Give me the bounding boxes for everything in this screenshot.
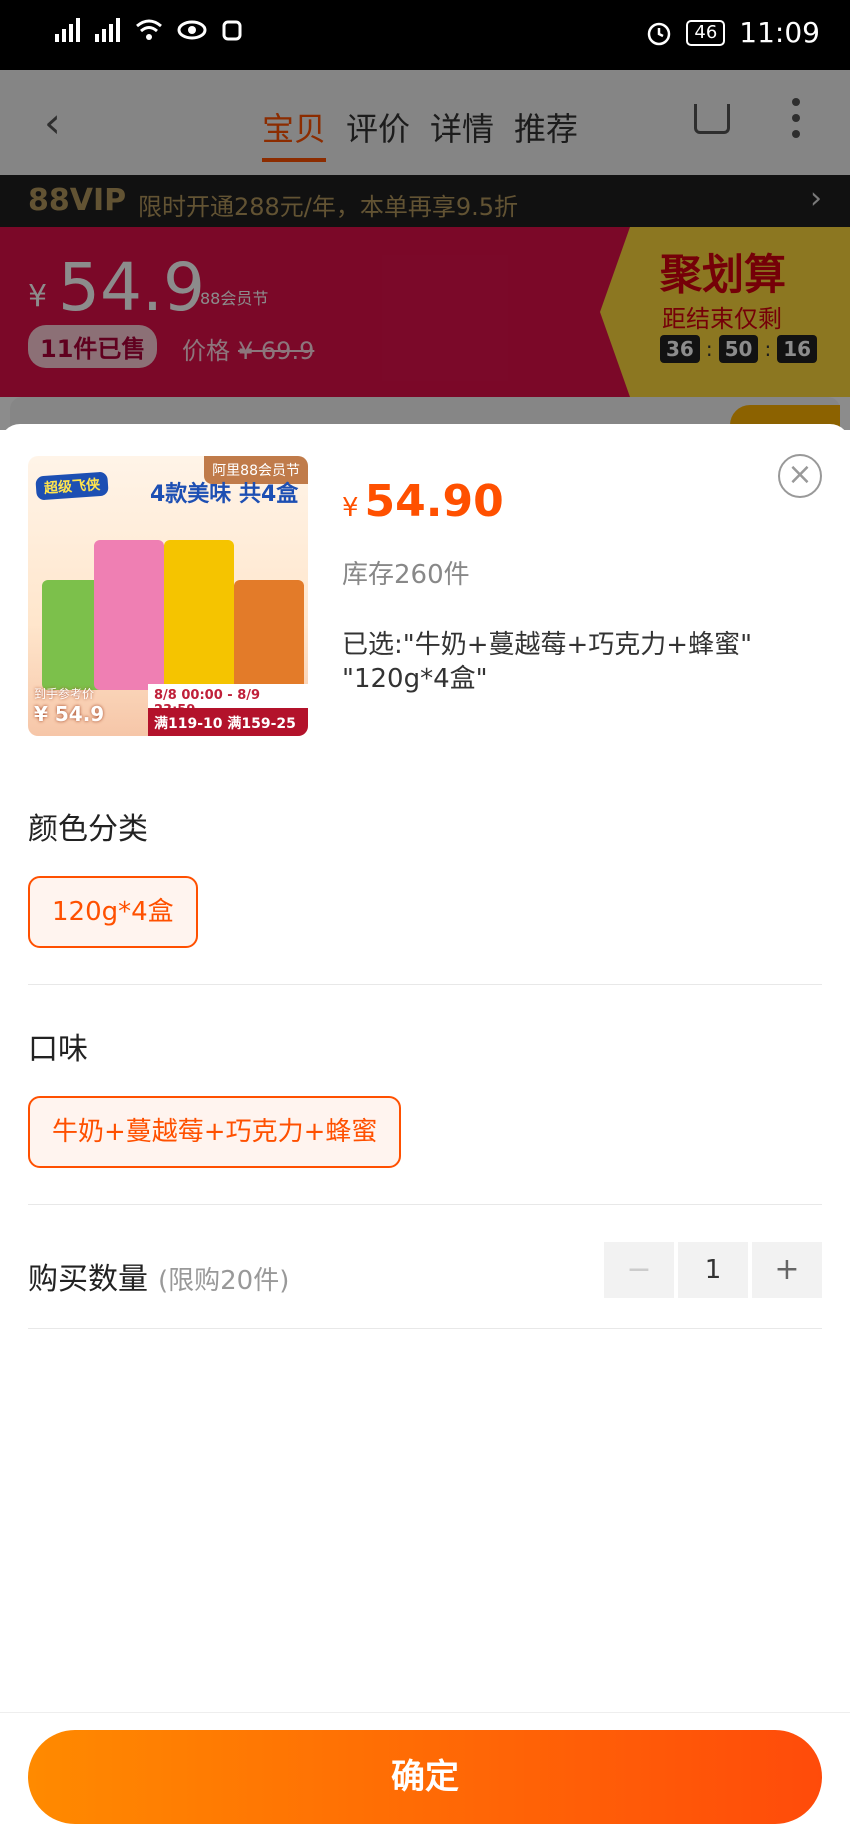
quantity-input[interactable]: 1 <box>678 1242 748 1298</box>
selected-options: 已选:"牛奶+蔓越莓+巧克力+蜂蜜" "120g*4盒" <box>342 628 812 696</box>
thumb-promo-time: 8/8 00:00 - 8/9 23:59 <box>148 684 308 718</box>
quantity-stepper: − 1 + <box>604 1242 822 1298</box>
ref-value: ¥ 54.9 <box>34 702 105 726</box>
battery-indicator: 46 <box>686 19 726 46</box>
thumb-promo-discount: 满119-10 满159-25 <box>148 708 308 736</box>
overlay-scrim[interactable] <box>0 70 850 430</box>
sku-sheet: 阿里88会员节 超级飞侠 4款美味 共4盒 8/8 00:00 - 8/9 23… <box>0 424 850 1842</box>
product-box-image <box>94 540 164 690</box>
status-time: 11:09 <box>739 16 820 49</box>
quantity-limit: (限购20件) <box>158 1266 290 1296</box>
close-icon[interactable]: × <box>778 454 822 498</box>
signal-icon <box>55 18 81 42</box>
divider <box>28 1204 822 1205</box>
selected-price: ¥54.90 <box>342 476 504 527</box>
status-icons-right: 46 11:09 <box>646 16 820 49</box>
thumb-ref-price: 到手参考价 ¥ 54.9 <box>34 685 104 726</box>
selected-price-currency: ¥ <box>342 493 359 523</box>
quantity-label-group: 购买数量 (限购20件) <box>28 1254 289 1298</box>
signal-icon-2 <box>95 18 121 42</box>
thumb-headline: 4款美味 共4盒 <box>150 482 299 507</box>
quantity-label: 购买数量 <box>28 1262 148 1297</box>
status-bar: 46 11:09 <box>0 0 850 70</box>
color-option-chip[interactable]: 120g*4盒 <box>28 876 198 948</box>
selected-line-2: "120g*4盒" <box>342 664 488 694</box>
selected-line-1: 已选:"牛奶+蔓越莓+巧克力+蜂蜜" <box>342 630 753 660</box>
thumb-logo: 超级飞侠 <box>35 471 109 501</box>
divider <box>28 1328 822 1329</box>
ref-label: 到手参考价 <box>34 687 95 701</box>
flavor-option-chip[interactable]: 牛奶+蔓越莓+巧克力+蜂蜜 <box>28 1096 402 1168</box>
decrease-button[interactable]: − <box>604 1242 674 1298</box>
confirm-button[interactable]: 确定 <box>28 1730 822 1824</box>
wifi-icon <box>136 19 162 40</box>
color-section-title: 颜色分类 <box>28 812 148 847</box>
product-box-image <box>234 580 304 690</box>
footer-divider <box>0 1712 850 1713</box>
increase-button[interactable]: + <box>752 1242 822 1298</box>
alarm-icon <box>648 22 671 45</box>
product-box-image <box>164 540 234 690</box>
stock-text: 库存260件 <box>342 560 470 590</box>
eye-icon <box>177 20 207 40</box>
selected-price-value: 54.90 <box>364 476 504 527</box>
divider <box>28 984 822 985</box>
product-thumbnail[interactable]: 阿里88会员节 超级飞侠 4款美味 共4盒 8/8 00:00 - 8/9 23… <box>28 456 308 736</box>
status-icons-left <box>55 18 243 42</box>
shield-icon <box>222 20 242 41</box>
flavor-section-title: 口味 <box>28 1032 88 1067</box>
